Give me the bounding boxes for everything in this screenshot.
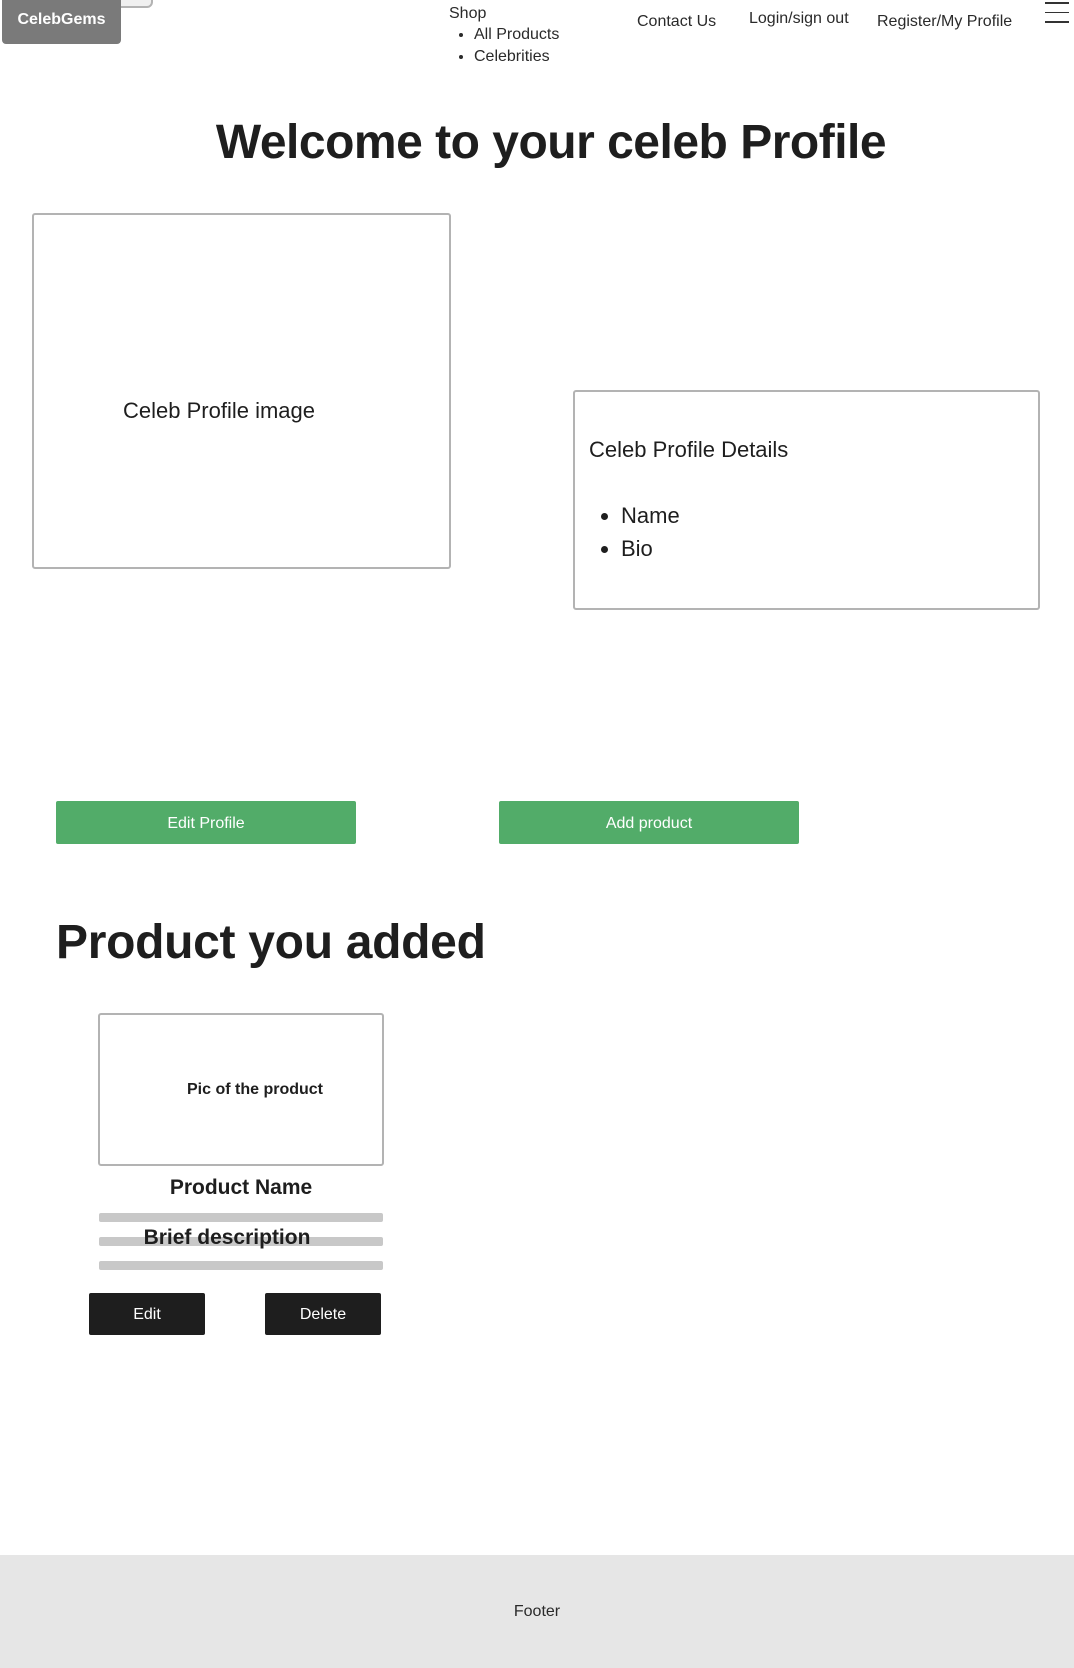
hamburger-menu-icon[interactable] [1045, 2, 1069, 23]
nav-item-all-products[interactable]: All Products [474, 24, 559, 46]
nav-contact-link[interactable]: Contact Us [637, 13, 716, 31]
description-line [99, 1213, 383, 1222]
profile-details-card: Celeb Profile Details Name Bio [573, 390, 1040, 610]
product-image-label: Pic of the product [187, 1080, 323, 1098]
profile-detail-bio: Bio [621, 532, 1024, 565]
nav-shop: Shop All Products Celebrities [449, 4, 559, 68]
nav-login-link[interactable]: Login/sign out [749, 10, 849, 28]
nav-item-celebrities[interactable]: Celebrities [474, 46, 559, 68]
shop-submenu: All Products Celebrities [449, 24, 559, 68]
product-description: Brief description [143, 1226, 311, 1249]
description-line [99, 1261, 383, 1270]
site-logo[interactable]: CelebGems [2, 0, 121, 44]
product-image-placeholder[interactable]: Pic of the product [98, 1013, 384, 1166]
nav-shop-link[interactable]: Shop [449, 4, 559, 24]
page: CelebGems Shop All Products Celebrities … [0, 0, 1074, 1668]
footer: Footer [0, 1555, 1074, 1668]
add-product-button[interactable]: Add product [499, 801, 799, 844]
page-title: Welcome to your celeb Profile [215, 116, 887, 169]
profile-details-title: Celeb Profile Details [589, 437, 789, 462]
profile-details-list: Name Bio [589, 499, 1024, 565]
products-section-title: Product you added [56, 916, 486, 969]
edit-product-button[interactable]: Edit [89, 1293, 205, 1335]
profile-detail-name: Name [621, 499, 1024, 532]
edit-profile-button[interactable]: Edit Profile [56, 801, 356, 844]
delete-product-button[interactable]: Delete [265, 1293, 381, 1335]
product-name: Product Name [169, 1176, 313, 1199]
profile-image-placeholder: Celeb Profile image [32, 213, 451, 569]
footer-text: Footer [513, 1602, 561, 1620]
profile-image-label: Celeb Profile image [123, 398, 315, 423]
nav-register-link[interactable]: Register/My Profile [877, 13, 1012, 31]
